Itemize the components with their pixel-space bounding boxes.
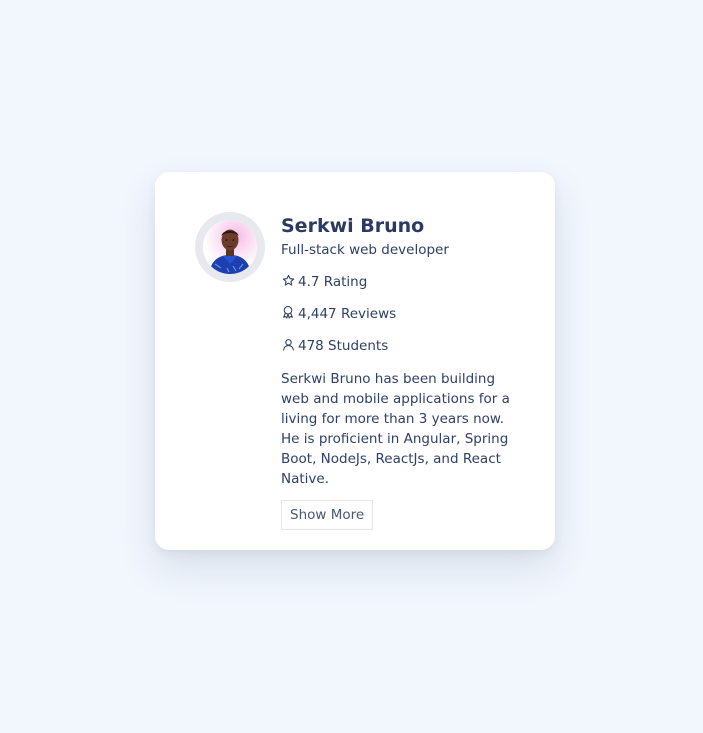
stat-reviews-label: 4,447 Reviews	[298, 306, 397, 322]
stat-students: 478 Students	[281, 337, 526, 355]
instructor-card: Serkwi Bruno Full-stack web developer 4.…	[155, 172, 555, 550]
user-icon	[281, 337, 295, 351]
instructor-name: Serkwi Bruno	[281, 215, 425, 237]
award-icon	[281, 305, 295, 319]
instructor-bio: Serkwi Bruno has been building web and m…	[281, 371, 510, 487]
stat-reviews: 4,447 Reviews	[281, 305, 526, 323]
stat-students-label: 478 Students	[298, 338, 389, 354]
profile-content: Serkwi Bruno Full-stack web developer 4.…	[281, 212, 526, 530]
stat-rating: 4.7 Rating	[281, 273, 526, 291]
stat-rating-label: 4.7 Rating	[298, 274, 368, 290]
instructor-title: Full-stack web developer	[281, 242, 449, 258]
avatar	[195, 212, 265, 282]
star-icon	[281, 273, 295, 287]
show-more-button[interactable]: Show More	[281, 500, 374, 530]
profile-photo	[203, 220, 257, 274]
